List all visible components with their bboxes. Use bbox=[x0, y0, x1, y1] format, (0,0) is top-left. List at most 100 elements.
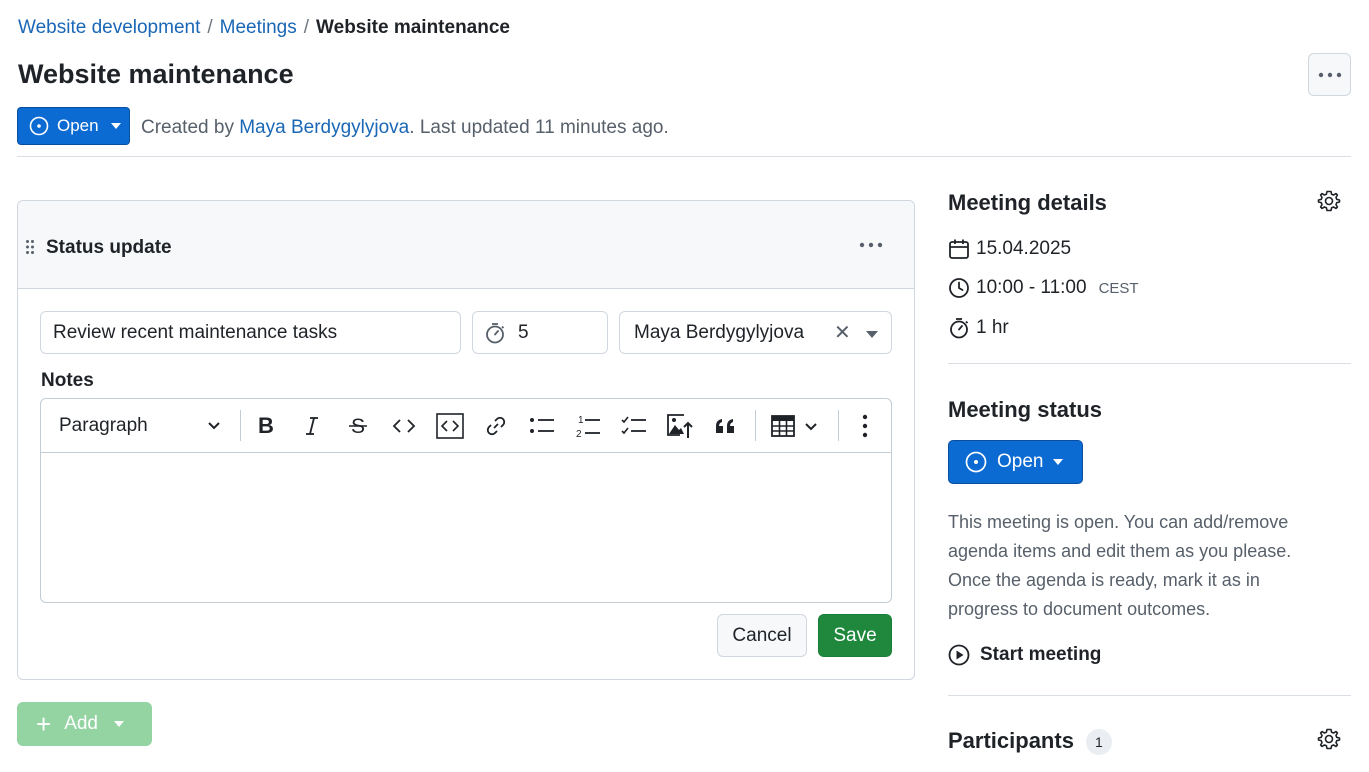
status-label: Open bbox=[57, 116, 99, 135]
caret-down-icon bbox=[1053, 459, 1064, 465]
kebab-horizontal-icon bbox=[1318, 72, 1341, 77]
clock-icon bbox=[949, 278, 969, 298]
bold-icon: B bbox=[258, 415, 274, 437]
duration-value: 5 bbox=[518, 321, 529, 343]
add-label: Add bbox=[64, 713, 98, 734]
stopwatch-icon bbox=[950, 318, 969, 339]
block-style-select[interactable]: Paragraph bbox=[59, 415, 148, 437]
status-label: Open bbox=[997, 451, 1044, 472]
page-title: Website maintenance bbox=[18, 59, 294, 89]
issue-open-icon bbox=[29, 116, 49, 136]
meeting-duration-value: 1 hr bbox=[976, 317, 1009, 338]
meeting-time-value: 10:00 - 11:00 bbox=[976, 277, 1087, 298]
agenda-item-card: Status update Review recent maintenance … bbox=[17, 200, 915, 680]
duration-input[interactable]: 5 bbox=[472, 311, 608, 354]
breadcrumb-separator: / bbox=[207, 17, 213, 38]
header-divider bbox=[17, 156, 1351, 157]
responsible-user-select[interactable]: Maya Berdygylyjova ✕ bbox=[619, 311, 892, 354]
play-icon bbox=[948, 644, 970, 666]
more-tools-button[interactable] bbox=[850, 411, 880, 441]
italic-icon bbox=[306, 417, 318, 435]
todo-list-button[interactable] bbox=[619, 411, 649, 441]
meeting-date-value: 15.04.2025 bbox=[976, 238, 1072, 259]
meeting-date: 15.04.2025 bbox=[948, 238, 1071, 260]
kebab-horizontal-icon bbox=[859, 242, 883, 248]
svg-text:2: 2 bbox=[576, 429, 582, 439]
gear-icon[interactable] bbox=[1317, 189, 1341, 213]
created-by-prefix: Created by bbox=[141, 117, 240, 138]
bulleted-list-button[interactable] bbox=[527, 411, 557, 441]
code-icon bbox=[392, 419, 416, 433]
meeting-status-heading: Meeting status bbox=[948, 397, 1103, 422]
code-block-button[interactable] bbox=[435, 411, 465, 441]
agenda-title-value: Review recent maintenance tasks bbox=[53, 321, 338, 343]
breadcrumb-link-meetings[interactable]: Meetings bbox=[220, 17, 297, 39]
meeting-status-dropdown[interactable]: Open bbox=[17, 107, 130, 145]
bold-button[interactable]: B bbox=[251, 411, 281, 441]
strikethrough-icon: S bbox=[349, 415, 367, 437]
cancel-button[interactable]: Cancel bbox=[717, 614, 807, 657]
link-button[interactable] bbox=[481, 411, 511, 441]
toolbar-separator bbox=[240, 410, 241, 441]
timezone: CEST bbox=[1098, 279, 1139, 297]
meeting-meta: Created by Maya Berdygylyjova. Last upda… bbox=[141, 117, 669, 139]
caret-down-icon bbox=[114, 721, 124, 727]
status-description: This meeting is open. You can add/remove… bbox=[948, 512, 1292, 619]
table-icon bbox=[771, 415, 795, 437]
issue-open-icon bbox=[965, 451, 987, 473]
agenda-title-input[interactable]: Review recent maintenance tasks bbox=[40, 311, 461, 354]
checklist-icon bbox=[621, 416, 646, 435]
chevron-down-icon bbox=[805, 423, 817, 431]
save-button[interactable]: Save bbox=[818, 614, 892, 657]
svg-text:B: B bbox=[258, 415, 274, 437]
agenda-item-actions-button[interactable] bbox=[856, 235, 886, 255]
code-block-icon bbox=[436, 413, 464, 439]
start-meeting-label: Start meeting bbox=[980, 644, 1102, 665]
author-link[interactable]: Maya Berdygylyjova bbox=[239, 117, 409, 138]
gear-icon[interactable] bbox=[1317, 727, 1341, 751]
breadcrumb: Website development / Meetings / Website… bbox=[18, 17, 510, 39]
participants-count-badge: 1 bbox=[1085, 729, 1112, 756]
toolbar-separator bbox=[755, 410, 756, 441]
sidebar-status-dropdown[interactable]: Open bbox=[948, 440, 1083, 484]
kebab-vertical-icon bbox=[862, 414, 868, 438]
breadcrumb-separator: / bbox=[303, 17, 310, 38]
bulleted-list-icon bbox=[530, 418, 554, 433]
participants-heading: Participants 1 bbox=[948, 728, 1112, 756]
image-upload-icon bbox=[667, 414, 693, 438]
page-actions-button[interactable] bbox=[1308, 53, 1351, 96]
insert-image-button[interactable] bbox=[665, 411, 695, 441]
breadcrumb-link-project[interactable]: Website development bbox=[18, 17, 200, 39]
notes-label: Notes bbox=[41, 370, 94, 391]
sidebar-divider bbox=[948, 363, 1351, 364]
block-quote-button[interactable] bbox=[711, 411, 741, 441]
participants-heading-label: Participants bbox=[948, 728, 1074, 753]
strikethrough-button[interactable]: S bbox=[343, 411, 373, 441]
stopwatch-icon bbox=[486, 322, 505, 343]
link-icon bbox=[486, 416, 506, 436]
breadcrumb-current: Website maintenance bbox=[316, 17, 510, 38]
quote-icon bbox=[716, 419, 734, 433]
meeting-duration: 1 hr bbox=[948, 317, 1009, 339]
numbered-list-button[interactable]: 12 bbox=[573, 411, 603, 441]
chevron-down-icon[interactable] bbox=[207, 418, 221, 432]
calendar-icon bbox=[949, 239, 969, 259]
drag-handle-icon[interactable] bbox=[25, 239, 35, 255]
dropdown-arrow-icon[interactable] bbox=[866, 331, 878, 338]
caret-down-icon bbox=[110, 123, 121, 129]
agenda-item-title: Status update bbox=[46, 237, 172, 258]
meeting-time: 10:00 - 11:00 CEST bbox=[948, 277, 1139, 299]
start-meeting-button[interactable]: Start meeting bbox=[948, 644, 1101, 666]
agenda-item-header: Status update bbox=[18, 201, 914, 289]
clear-icon[interactable]: ✕ bbox=[834, 320, 851, 345]
meeting-details-heading: Meeting details bbox=[948, 190, 1107, 215]
last-updated-text: . Last updated 11 minutes ago. bbox=[409, 117, 669, 138]
code-button[interactable] bbox=[389, 411, 419, 441]
italic-button[interactable] bbox=[297, 411, 327, 441]
notes-editor-content[interactable] bbox=[41, 453, 891, 603]
numbered-list-icon: 12 bbox=[576, 415, 600, 439]
editor-toolbar: Paragraph B S 1 2 bbox=[41, 399, 891, 453]
add-agenda-item-button[interactable]: + Add bbox=[17, 702, 152, 746]
insert-table-button[interactable] bbox=[764, 411, 824, 441]
plus-icon: + bbox=[36, 709, 52, 739]
